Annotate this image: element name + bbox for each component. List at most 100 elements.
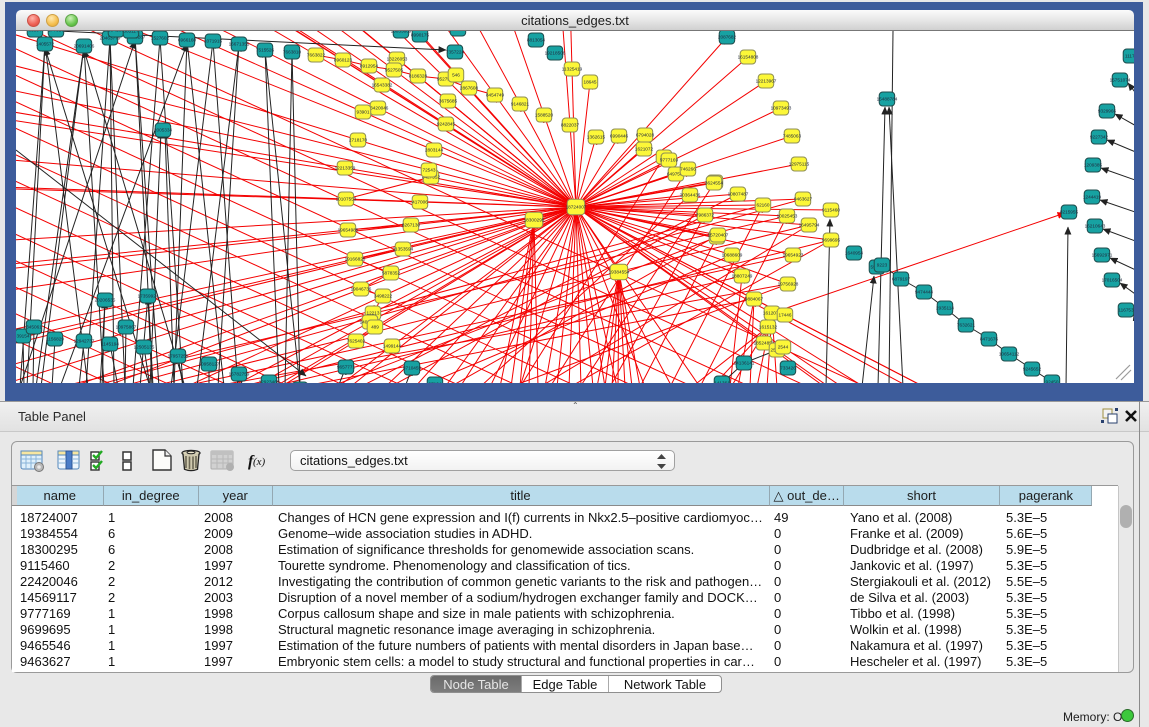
svg-text:17957255: 17957255 xyxy=(168,354,189,359)
svg-text:19384554: 19384554 xyxy=(609,270,630,275)
svg-text:994163: 994163 xyxy=(108,31,124,33)
svg-text:17016504: 17016504 xyxy=(1102,278,1123,283)
svg-text:18724007: 18724007 xyxy=(566,205,587,210)
svg-text:8990175: 8990175 xyxy=(411,33,430,38)
svg-text:20206535: 20206535 xyxy=(95,298,116,303)
svg-text:1640954: 1640954 xyxy=(845,251,864,256)
svg-text:10975867: 10975867 xyxy=(116,325,137,330)
svg-text:88304: 88304 xyxy=(28,31,41,33)
svg-text:10025453: 10025453 xyxy=(777,214,798,219)
svg-text:1527602: 1527602 xyxy=(151,36,170,41)
svg-text:8912954: 8912954 xyxy=(360,64,379,69)
svg-text:19654923: 19654923 xyxy=(783,253,804,258)
svg-text:10973493: 10973493 xyxy=(771,106,792,111)
svg-text:2803144: 2803144 xyxy=(425,148,444,153)
svg-text:11353594: 11353594 xyxy=(393,247,414,252)
svg-text:746266: 746266 xyxy=(680,167,696,172)
svg-text:1362615: 1362615 xyxy=(587,135,606,140)
svg-text:12505135: 12505135 xyxy=(134,345,155,350)
svg-text:10654112: 10654112 xyxy=(999,352,1020,357)
svg-text:10688609: 10688609 xyxy=(722,253,743,258)
svg-text:2867608: 2867608 xyxy=(460,86,479,91)
svg-text:19654985: 19654985 xyxy=(338,228,359,233)
svg-text:7663822: 7663822 xyxy=(307,53,326,58)
svg-text:62160: 62160 xyxy=(756,203,769,208)
svg-text:9463627: 9463627 xyxy=(794,197,813,202)
svg-text:16782759: 16782759 xyxy=(229,372,250,377)
svg-text:3624554: 3624554 xyxy=(705,181,724,186)
svg-text:3675685: 3675685 xyxy=(439,99,458,104)
svg-text:7625402: 7625402 xyxy=(347,339,366,344)
svg-text:12942737: 12942737 xyxy=(74,339,95,344)
svg-text:16210643: 16210643 xyxy=(1085,224,1106,229)
svg-text:9884067: 9884067 xyxy=(745,297,764,302)
svg-text:12213359: 12213359 xyxy=(335,166,356,171)
svg-text:1145194: 1145194 xyxy=(101,342,119,347)
svg-text:733426: 733426 xyxy=(780,366,796,371)
svg-text:15488784: 15488784 xyxy=(877,97,898,102)
svg-text:14136141: 14136141 xyxy=(734,361,755,366)
svg-text:72543: 72543 xyxy=(422,168,435,173)
svg-text:19756928: 19756928 xyxy=(778,282,799,287)
svg-text:8813054: 8813054 xyxy=(527,38,546,43)
svg-text:1209385: 1209385 xyxy=(1084,163,1103,168)
svg-text:9777169: 9777169 xyxy=(660,158,679,163)
svg-text:5878352: 5878352 xyxy=(382,271,401,276)
svg-text:8813051: 8813051 xyxy=(449,31,468,32)
svg-text:18645: 18645 xyxy=(583,80,596,85)
svg-text:7632621: 7632621 xyxy=(957,323,976,328)
svg-text:9223: 9223 xyxy=(877,263,888,268)
svg-text:2087682: 2087682 xyxy=(718,35,737,40)
svg-text:8960123: 8960123 xyxy=(334,58,353,63)
svg-text:6879197: 6879197 xyxy=(892,277,911,282)
svg-text:9227342: 9227342 xyxy=(1090,135,1109,140)
svg-text:345061: 345061 xyxy=(26,325,42,330)
svg-text:13226053: 13226053 xyxy=(387,57,408,62)
svg-text:16671355: 16671355 xyxy=(229,42,250,47)
svg-text:6990446: 6990446 xyxy=(610,134,629,139)
svg-text:19218506: 19218506 xyxy=(545,51,566,56)
svg-text:1499144: 1499144 xyxy=(383,344,402,349)
svg-text:92450: 92450 xyxy=(1045,380,1058,383)
svg-text:20691406: 20691406 xyxy=(74,44,95,49)
svg-text:1615132: 1615132 xyxy=(759,325,778,330)
svg-text:141361: 141361 xyxy=(714,381,730,383)
svg-text:9699695: 9699695 xyxy=(822,238,841,243)
svg-text:18807249: 18807249 xyxy=(732,274,753,279)
svg-text:1244419: 1244419 xyxy=(1083,195,1102,200)
svg-text:10958127: 10958127 xyxy=(199,362,220,367)
svg-text:6966160: 6966160 xyxy=(178,38,197,43)
svg-text:16495794: 16495794 xyxy=(799,223,820,228)
svg-text:3498222: 3498222 xyxy=(374,294,393,299)
svg-text:1405572: 1405572 xyxy=(36,42,55,47)
svg-text:8186328: 8186328 xyxy=(409,74,428,79)
svg-text:(x): (x) xyxy=(253,456,266,468)
svg-text:9146821: 9146821 xyxy=(511,102,530,107)
svg-text:16033809: 16033809 xyxy=(391,31,412,34)
svg-text:19166825: 19166825 xyxy=(345,257,366,262)
svg-text:9242845: 9242845 xyxy=(437,122,456,127)
svg-text:9527505: 9527505 xyxy=(385,68,404,73)
svg-text:20364436: 20364436 xyxy=(680,193,701,198)
svg-text:17446: 17446 xyxy=(778,313,791,318)
svg-text:305117: 305117 xyxy=(123,31,139,34)
svg-text:9329966: 9329966 xyxy=(1098,109,1117,114)
svg-text:12213967: 12213967 xyxy=(756,79,777,84)
svg-text:2544: 2544 xyxy=(778,345,789,350)
svg-text:9245652: 9245652 xyxy=(1023,367,1042,372)
svg-text:177310: 177310 xyxy=(48,31,64,33)
svg-text:12923468: 12923468 xyxy=(259,380,280,383)
svg-text:116753: 116753 xyxy=(1118,308,1134,313)
svg-text:16543382: 16543382 xyxy=(372,83,393,88)
svg-text:10807487: 10807487 xyxy=(728,192,749,197)
svg-text:9115460: 9115460 xyxy=(822,208,840,213)
svg-text:8822037: 8822037 xyxy=(561,123,580,128)
svg-text:9710455: 9710455 xyxy=(403,366,422,371)
svg-text:546: 546 xyxy=(452,73,460,78)
svg-text:8215955: 8215955 xyxy=(1060,210,1079,215)
svg-text:7986372: 7986372 xyxy=(696,213,715,218)
svg-text:97104: 97104 xyxy=(428,382,441,383)
svg-text:8267130: 8267130 xyxy=(402,223,421,228)
svg-text:7485063: 7485063 xyxy=(783,134,802,139)
svg-text:93901: 93901 xyxy=(356,110,369,115)
